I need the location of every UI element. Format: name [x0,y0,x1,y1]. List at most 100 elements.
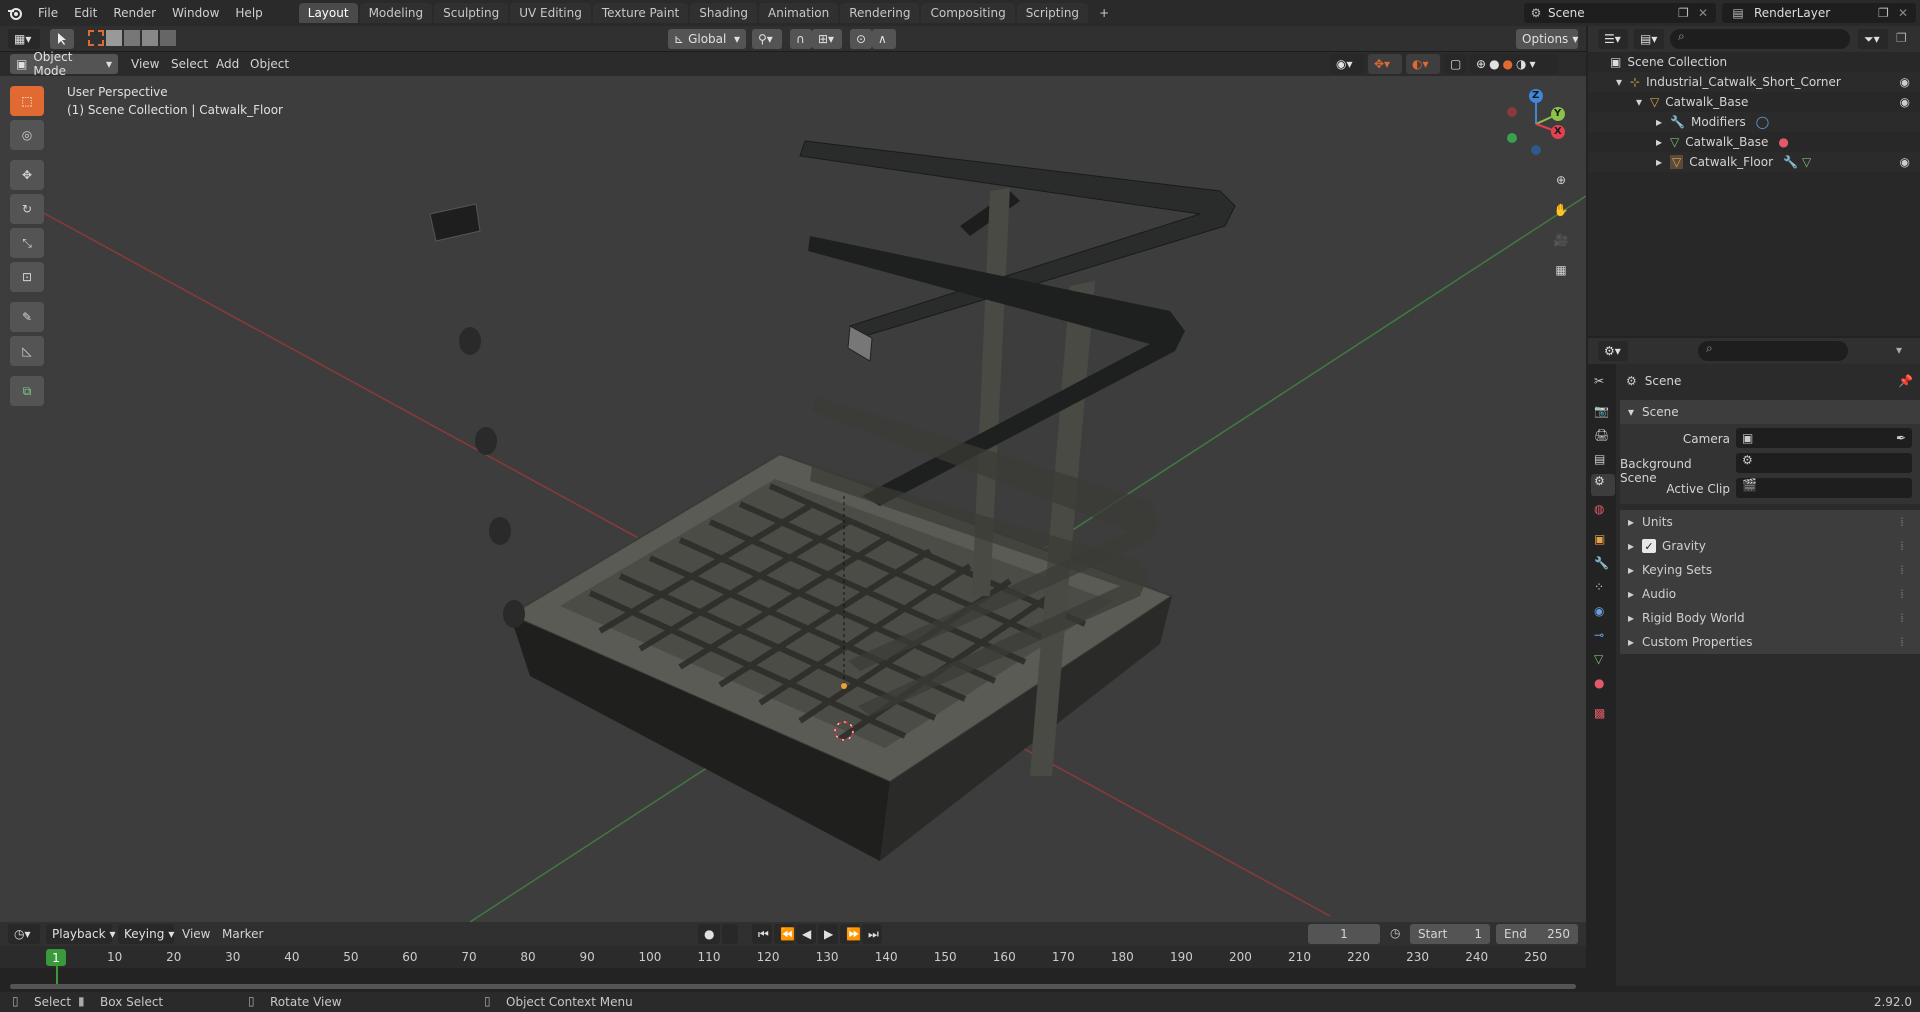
timeline-scrollbar[interactable] [10,984,1576,989]
prev-keyframe-button[interactable]: ⏪ [774,924,795,944]
tab-texture-paint[interactable]: Texture Paint [592,3,689,23]
select-invert-icon[interactable] [142,30,158,46]
section-units[interactable]: ▸ Units ⁞ [1620,510,1910,534]
blender-logo-icon[interactable] [0,0,30,26]
add-cube-tool[interactable]: ⧉ [10,376,44,406]
annotate-tool[interactable]: ✎ [10,302,44,332]
rotate-tool[interactable]: ↻ [10,194,44,224]
tab-render-icon[interactable]: 📷 [1594,404,1609,418]
select-subtract-icon[interactable] [124,30,140,46]
pan-view-button[interactable]: ✋ [1547,196,1575,224]
drag-handle-icon[interactable]: ⁞ [1900,611,1904,625]
visibility-eye-icon[interactable]: ◉ [1900,75,1910,89]
menu-window[interactable]: Window [164,6,227,20]
tab-rendering[interactable]: Rendering [840,3,920,23]
section-keying-sets[interactable]: ▸ Keying Sets ⁞ [1620,558,1910,582]
current-frame-marker[interactable]: 1 [46,949,66,966]
tab-shading[interactable]: Shading [690,3,757,23]
visibility-eye-icon[interactable]: ◉ [1900,155,1910,169]
background-scene-field[interactable]: ⚙ [1736,453,1912,473]
tab-texture-icon[interactable]: ▩ [1594,706,1605,720]
auto-keying-toggle[interactable]: ● [698,924,720,944]
expand-icon[interactable]: ▸ [1656,155,1662,169]
menu-edit[interactable]: Edit [66,6,105,20]
outliner-filter-dropdown[interactable]: ⏷▾ [1858,29,1888,49]
tab-scripting[interactable]: Scripting [1016,3,1089,23]
drag-handle-icon[interactable]: ⁞ [1900,515,1904,529]
expand-icon[interactable]: ▸ [1656,135,1662,149]
preview-range-icon[interactable]: ◷ [1390,926,1400,940]
jump-start-button[interactable]: ⏮ [752,924,772,944]
tab-output-icon[interactable]: 🖨 [1594,428,1609,442]
tab-particles-icon[interactable]: ⁘ [1594,580,1604,594]
rendered-shading-icon[interactable]: ◑ [1516,57,1526,71]
zoom-view-button[interactable]: ⊕ [1547,166,1575,194]
section-gravity[interactable]: ▸ ✓ Gravity ⁞ [1620,534,1910,558]
copy-scene-icon[interactable]: ❐ [1678,6,1698,20]
shading-modes[interactable]: ⊕ ● ● ◑ ▾ [1470,54,1558,74]
outliner-search-input[interactable]: ⌕ [1670,29,1850,49]
select-tool-button[interactable] [50,29,74,49]
drag-handle-icon[interactable]: ⁞ [1900,563,1904,577]
tab-modifier-icon[interactable]: 🔧 [1594,556,1609,570]
jump-end-button[interactable]: ⏭ [862,924,882,944]
tab-constraints-icon[interactable]: ⊸ [1594,628,1604,642]
mode-dropdown[interactable]: ▣ Object Mode ▾ [10,50,118,78]
tab-layout[interactable]: Layout [298,3,358,23]
outliner-item-catwalk-base[interactable]: ▾ ▽ Catwalk_Base ◉ [1588,92,1920,112]
new-collection-icon[interactable]: ❐ [1896,31,1907,45]
remove-layer-icon[interactable]: ✕ [1898,6,1916,20]
shading-options-chevron-icon[interactable]: ▾ [1530,57,1536,71]
menu-help[interactable]: Help [227,6,270,20]
expand-icon[interactable]: ▾ [1616,75,1622,89]
outliner-item-modifiers[interactable]: ▸ 🔧 Modifiers ◯ [1588,112,1920,132]
tab-view-layer-icon[interactable]: ▤ [1594,452,1605,466]
add-workspace-button[interactable]: + [1090,3,1118,23]
visibility-eye-icon[interactable]: ◉ [1900,95,1910,109]
outliner-root[interactable]: ▣ Scene Collection [1588,52,1920,72]
scale-tool[interactable]: ⤡ [10,228,44,258]
scene-selector[interactable]: ⚙ Scene ❐ ✕ [1524,3,1716,23]
select-intersect-icon[interactable] [160,30,176,46]
menu-view[interactable]: View [131,57,159,71]
active-clip-field[interactable]: 🎬 [1736,478,1912,498]
properties-options-icon[interactable]: ▾ [1896,343,1902,357]
visibility-dropdown[interactable]: ◉▾ [1330,54,1364,74]
transform-tool[interactable]: ⊡ [10,262,44,292]
end-frame-field[interactable]: End 250 [1496,924,1578,944]
overlays-toggle[interactable]: ◐▾ [1406,54,1440,74]
scene-panel-title[interactable]: Scene [1642,405,1679,419]
properties-search-input[interactable]: ⌕ [1698,341,1848,361]
copy-layer-icon[interactable]: ❐ [1878,6,1898,20]
material-shading-icon[interactable]: ● [1503,57,1513,71]
outliner-item-catwalk-floor[interactable]: ▸ ▽ Catwalk_Floor 🔧 ▽ ◉ [1588,152,1920,172]
expand-icon[interactable]: ▸ [1656,115,1662,129]
tab-scene-icon[interactable]: ⚙ [1591,474,1615,496]
menu-file[interactable]: File [30,6,66,20]
menu-select[interactable]: Select [171,57,208,71]
tab-data-icon[interactable]: ▽ [1594,652,1603,666]
section-audio[interactable]: ▸ Audio ⁞ [1620,582,1910,606]
section-custom-properties[interactable]: ▸ Custom Properties ⁞ [1620,630,1910,654]
xray-toggle[interactable]: ▢ [1444,54,1466,74]
tab-modeling[interactable]: Modeling [359,3,433,23]
keying-options[interactable] [722,924,738,944]
timeline-editor-type[interactable]: ◷▾ [8,924,40,944]
camera-view-button[interactable]: 🎥 [1547,226,1575,254]
tab-animation[interactable]: Animation [759,3,839,23]
editor-type-button[interactable]: ▦▾ [8,29,40,49]
next-keyframe-button[interactable]: ⏩ [840,924,861,944]
timeline-menu-view[interactable]: View [182,927,210,941]
properties-editor-type[interactable]: ⚙▾ [1598,341,1628,361]
solid-shading-icon[interactable]: ● [1489,57,1499,71]
tab-physics-icon[interactable]: ◉ [1594,604,1604,618]
falloff-dropdown[interactable]: ∧ [872,29,896,49]
cursor-tool[interactable]: ◎ [10,120,44,150]
select-new-icon[interactable] [88,30,104,46]
gravity-checkbox[interactable]: ✓ [1642,539,1657,553]
outliner-item-catwalk-base-mesh[interactable]: ▸ ▽ Catwalk_Base ● [1588,132,1920,152]
proportional-edit-toggle[interactable]: ⊙ [850,29,872,49]
drag-handle-icon[interactable]: ⁞ [1900,587,1904,601]
3d-viewport[interactable]: User Perspective (1) Scene Collection | … [0,76,1586,922]
keying-dropdown[interactable]: Keying ▾ [118,924,174,944]
